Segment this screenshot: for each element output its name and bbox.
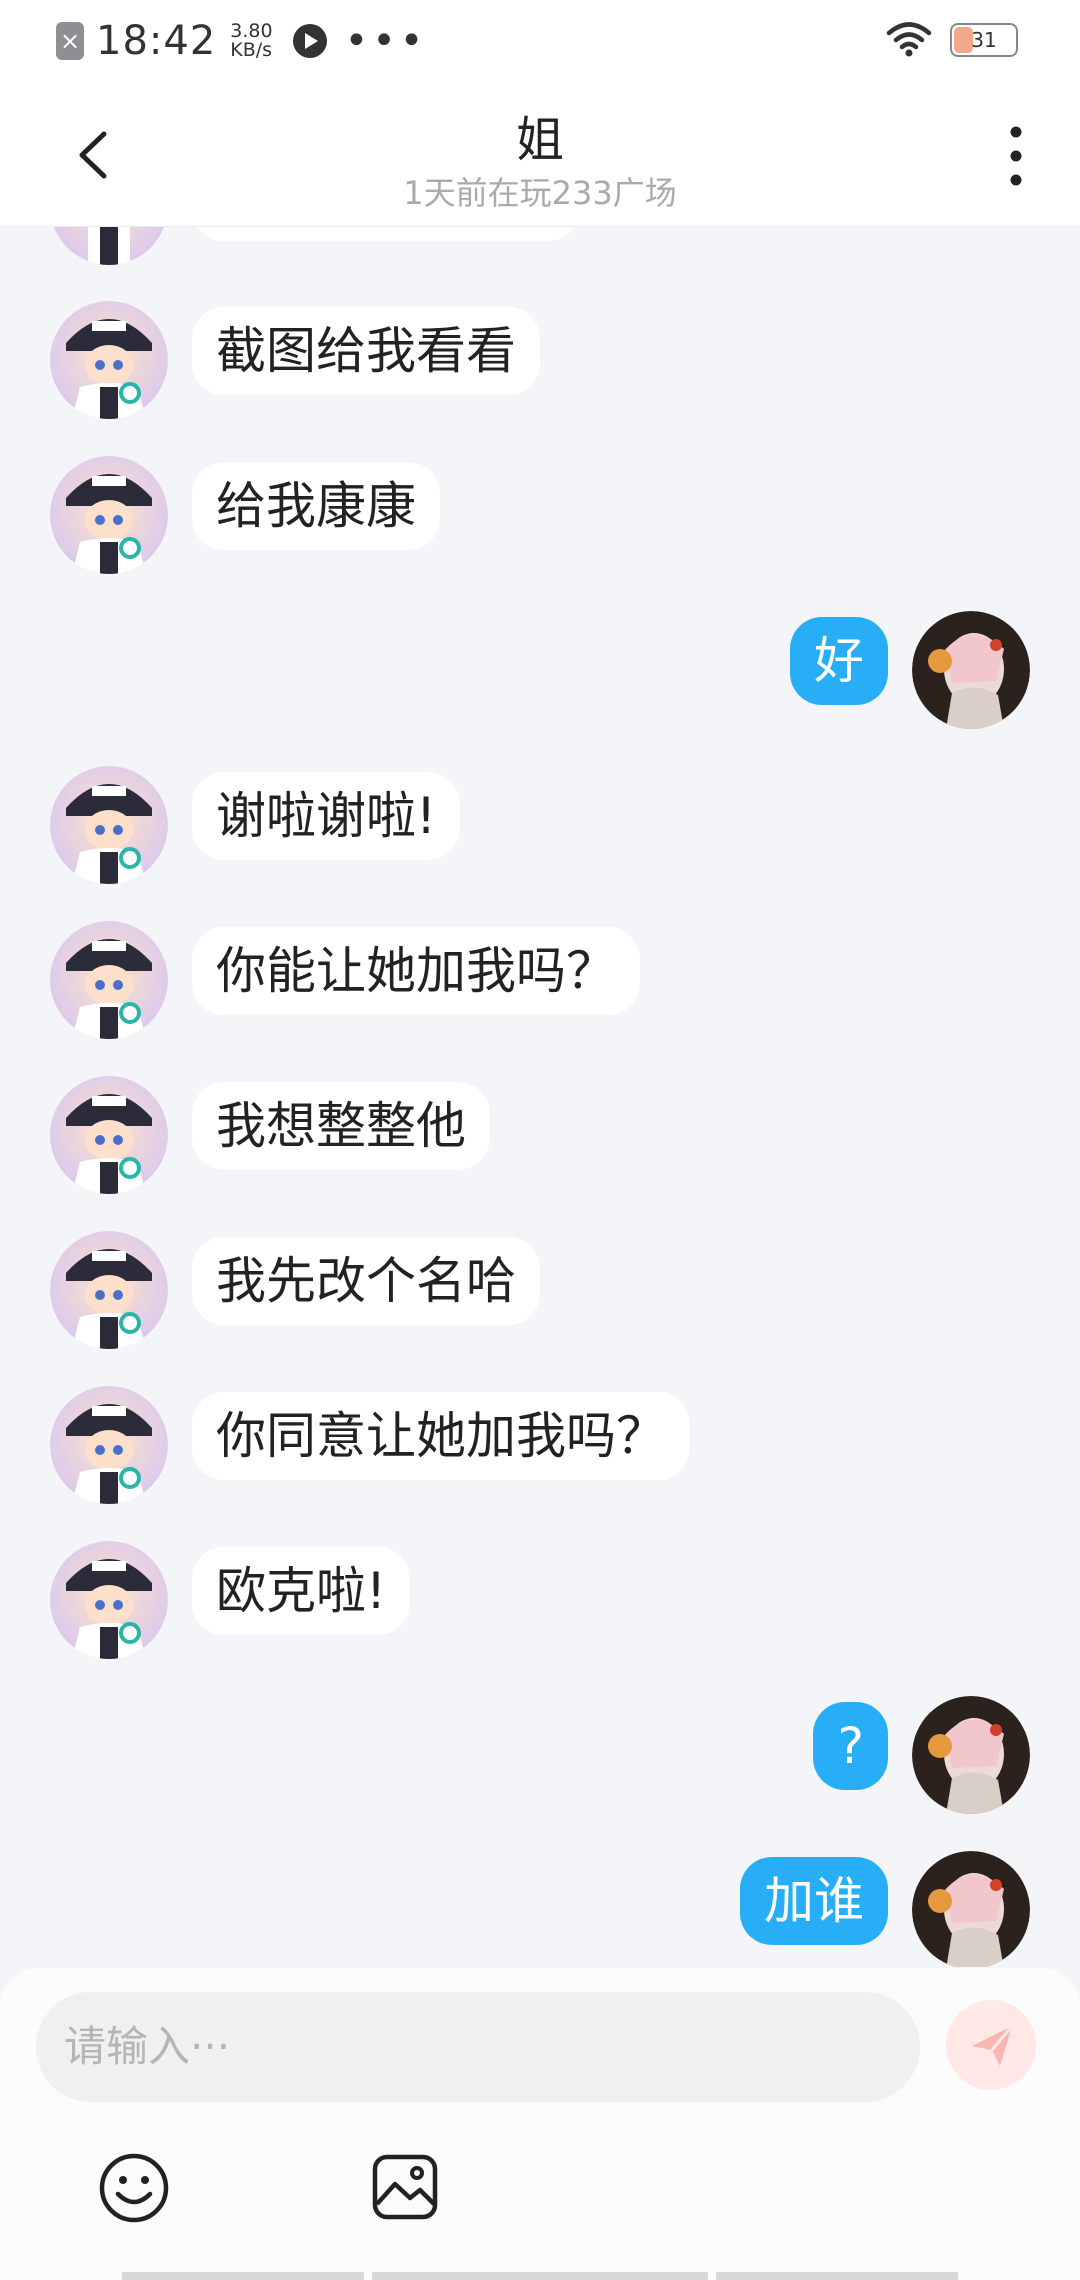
message-row: 截图给我看看 — [0, 301, 1080, 425]
message-row: 加谁 — [0, 1851, 1080, 1967]
image-icon[interactable] — [370, 2152, 440, 2222]
home-indicator-segment — [122, 2272, 364, 2280]
emoji-icon[interactable] — [98, 2152, 170, 2224]
contact-avatar[interactable] — [50, 921, 168, 1039]
message-bubble: 给我康康 — [192, 462, 440, 550]
send-icon — [972, 2025, 1014, 2066]
status-left: × 18:42 3.80 KB/s ••• — [56, 18, 427, 64]
battery-icon: 31 — [950, 23, 1018, 57]
message-bubble: 截图给我看看 — [192, 307, 540, 395]
my-avatar[interactable] — [912, 1696, 1030, 1814]
network-speed: 3.80 KB/s — [230, 22, 272, 60]
status-bar: × 18:42 3.80 KB/s ••• 31 — [0, 0, 1080, 84]
message-bubble: 谢啦谢啦! — [192, 772, 461, 860]
chat-title: 姐 — [515, 112, 564, 168]
message-bubble: 我想整整他 — [192, 1082, 490, 1170]
chat-subtitle: 1天前在玩233广场 — [403, 174, 677, 212]
battery-level: 31 — [971, 28, 997, 52]
message-row: 我先改个名哈 — [0, 1231, 1080, 1355]
message-row: 我想整整他 — [0, 1076, 1080, 1200]
message-row: 谢啦谢啦! — [0, 766, 1080, 890]
contact-avatar[interactable] — [50, 1076, 168, 1194]
contact-avatar[interactable] — [50, 1541, 168, 1659]
wifi-icon — [886, 22, 932, 57]
message-row: 你能让她加我吗？ — [0, 921, 1080, 1045]
message-bubble-partial: . — [192, 227, 580, 241]
home-indicator-segment — [372, 2272, 708, 2280]
message-bubble-self: 加谁 — [740, 1857, 888, 1945]
play-icon — [292, 24, 327, 58]
home-indicator-segment — [716, 2272, 958, 2280]
message-row: 你同意让她加我吗？ — [0, 1386, 1080, 1510]
message-list[interactable]: . 截图给我看看 给我康康 好 谢啦谢啦! 你能让她加我吗？ 我 — [0, 227, 1080, 1967]
message-bubble: 你能让她加我吗？ — [192, 927, 640, 1015]
message-input[interactable]: 请输入··· — [36, 1992, 920, 2102]
send-button[interactable] — [946, 2000, 1036, 2090]
my-avatar[interactable] — [912, 1851, 1030, 1967]
contact-avatar[interactable] — [50, 301, 168, 419]
message-bubble-self: 好 — [790, 617, 888, 705]
chat-header: 姐 1天前在玩233广场 — [0, 84, 1080, 227]
contact-avatar[interactable] — [50, 766, 168, 884]
message-bubble: 你同意让她加我吗？ — [192, 1392, 690, 1480]
more-vertical-icon[interactable] — [996, 124, 1036, 188]
message-row: ? — [0, 1696, 1080, 1820]
message-row: 好 — [0, 611, 1080, 735]
network-speed-unit: KB/s — [230, 39, 273, 61]
message-bubble: 欧克啦! — [192, 1547, 411, 1635]
contact-avatar[interactable] — [50, 227, 168, 265]
contact-avatar[interactable] — [50, 1386, 168, 1504]
x-notification-icon: × — [56, 22, 84, 60]
message-bubble-self: ? — [813, 1702, 888, 1790]
message-row: 给我康康 — [0, 456, 1080, 580]
message-bubble: 我先改个名哈 — [192, 1237, 540, 1325]
status-right: 31 — [886, 22, 1018, 58]
message-row-partial: . — [0, 227, 1080, 271]
message-composer: 请输入··· — [0, 1968, 1080, 2280]
my-avatar[interactable] — [912, 611, 1030, 729]
more-dots-icon: ••• — [344, 18, 428, 64]
contact-avatar[interactable] — [50, 1231, 168, 1349]
status-time: 18:42 — [96, 18, 217, 64]
message-input-placeholder: 请输入··· — [64, 2022, 231, 2071]
contact-avatar[interactable] — [50, 456, 168, 574]
message-row: 欧克啦! — [0, 1541, 1080, 1665]
